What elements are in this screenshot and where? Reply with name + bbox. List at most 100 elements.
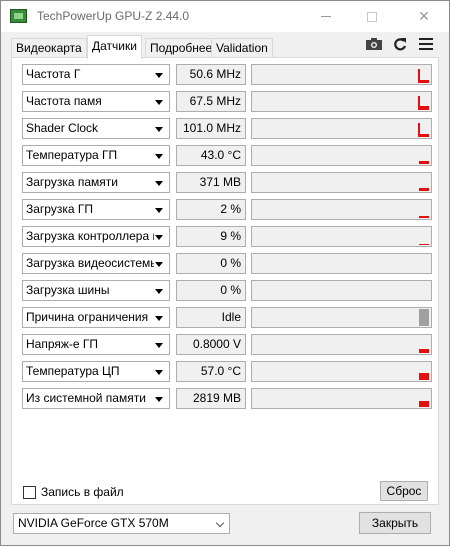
- close-icon: ✕: [418, 8, 430, 24]
- title-bar[interactable]: TechPowerUp GPU-Z 2.44.0 ✕: [1, 1, 449, 32]
- caret-down-icon: [155, 289, 163, 294]
- sensor-name-dropdown[interactable]: Загрузка ГП: [22, 199, 170, 220]
- sensor-name-dropdown[interactable]: Загрузка шины: [22, 280, 170, 301]
- caret-down-icon: [155, 127, 163, 132]
- sensor-row: Температура ГП 43.0 °C: [22, 145, 432, 166]
- sensor-name-dropdown[interactable]: Из системной памяти: [22, 388, 170, 409]
- sensor-name-label: Температура ГП: [26, 148, 118, 162]
- sensor-row: Загрузка видеосистемы 0 %: [22, 253, 432, 274]
- sensor-graph: [251, 280, 432, 301]
- caret-down-icon: [155, 235, 163, 240]
- sensor-name-dropdown[interactable]: Температура ЦП: [22, 361, 170, 382]
- sensor-value: 0.8000 V: [176, 334, 246, 355]
- sensor-row: Загрузка контроллера па... 9 %: [22, 226, 432, 247]
- sensor-value: Idle: [176, 307, 246, 328]
- graph-fill: [419, 161, 429, 164]
- sensor-name-dropdown[interactable]: Загрузка памяти: [22, 172, 170, 193]
- caret-down-icon: [155, 397, 163, 402]
- sensor-value: 67.5 MHz: [176, 91, 246, 112]
- sensor-graph: [251, 388, 432, 409]
- caret-down-icon: [155, 262, 163, 267]
- sensor-name-dropdown[interactable]: Частота Г: [22, 64, 170, 85]
- gpu-select[interactable]: NVIDIA GeForce GTX 570M: [13, 513, 230, 534]
- tab-validation[interactable]: Validation: [211, 38, 273, 58]
- sensor-name-dropdown[interactable]: Температура ГП: [22, 145, 170, 166]
- sensor-graph: [251, 91, 432, 112]
- sensor-graph: [251, 253, 432, 274]
- sensor-value: 2819 MB: [176, 388, 246, 409]
- sensor-name-label: Загрузка памяти: [26, 175, 118, 189]
- sensor-name-label: Причина ограничения: [26, 310, 149, 324]
- caret-down-icon: [155, 316, 163, 321]
- gpu-select-value: NVIDIA GeForce GTX 570M: [18, 516, 169, 530]
- caret-down-icon: [155, 73, 163, 78]
- sensor-value: 371 MB: [176, 172, 246, 193]
- sensor-graph: [251, 307, 432, 328]
- sensor-row: Частота памя 67.5 MHz: [22, 91, 432, 112]
- sensor-name-dropdown[interactable]: Загрузка контроллера па...: [22, 226, 170, 247]
- minimize-button[interactable]: [303, 1, 349, 32]
- reset-button[interactable]: Сброс: [380, 481, 428, 501]
- sensor-name-dropdown[interactable]: Причина ограничения: [22, 307, 170, 328]
- graph-fill: [419, 216, 429, 218]
- camera-icon[interactable]: [365, 37, 383, 51]
- sensor-name-label: Загрузка ГП: [26, 202, 93, 216]
- sensor-name-label: Загрузка контроллера па...: [26, 229, 154, 243]
- sensor-name-label: Частота Г: [26, 67, 81, 81]
- sensor-value: 2 %: [176, 199, 246, 220]
- sensor-graph: [251, 64, 432, 85]
- sensor-graph: [251, 199, 432, 220]
- graph-fill: [419, 401, 429, 407]
- log-to-file-option[interactable]: Запись в файл: [23, 485, 124, 499]
- sensor-graph: [251, 145, 432, 166]
- caret-down-icon: [155, 370, 163, 375]
- caret-down-icon: [155, 181, 163, 186]
- graph-fill: [419, 134, 429, 137]
- sensor-row: Загрузка шины 0 %: [22, 280, 432, 301]
- caret-down-icon: [155, 208, 163, 213]
- sensor-name-label: Частота памя: [26, 94, 102, 108]
- sensor-value: 101.0 MHz: [176, 118, 246, 139]
- log-to-file-label: Запись в файл: [41, 485, 124, 499]
- sensor-value: 57.0 °C: [176, 361, 246, 382]
- sensor-value: 50.6 MHz: [176, 64, 246, 85]
- sensor-name-dropdown[interactable]: Напряж-е ГП: [22, 334, 170, 355]
- tab-graphics-card[interactable]: Видеокарта: [11, 38, 87, 58]
- sensor-name-dropdown[interactable]: Загрузка видеосистемы: [22, 253, 170, 274]
- sensor-row: Из системной памяти 2819 MB: [22, 388, 432, 409]
- tab-sensors[interactable]: Датчики: [87, 35, 142, 59]
- gpuz-app-icon: [10, 9, 27, 23]
- tab-advanced[interactable]: Подробнее: [145, 38, 218, 58]
- close-button[interactable]: Закрыть: [359, 512, 431, 534]
- sensor-value: 43.0 °C: [176, 145, 246, 166]
- close-window-button[interactable]: ✕: [401, 1, 447, 32]
- sensor-name-label: Загрузка видеосистемы: [26, 256, 154, 270]
- sensor-name-dropdown[interactable]: Частота памя: [22, 91, 170, 112]
- sensor-value: 0 %: [176, 253, 246, 274]
- sensor-name-label: Shader Clock: [26, 121, 99, 135]
- sensor-value: 0 %: [176, 280, 246, 301]
- refresh-icon[interactable]: [391, 37, 409, 51]
- sensor-row: Загрузка памяти 371 MB: [22, 172, 432, 193]
- sensor-row: Напряж-е ГП 0.8000 V: [22, 334, 432, 355]
- maximize-icon: [367, 11, 377, 22]
- menu-icon[interactable]: [417, 37, 435, 51]
- log-to-file-checkbox[interactable]: [23, 485, 36, 499]
- sensor-name-dropdown[interactable]: Shader Clock: [22, 118, 170, 139]
- graph-fill: [419, 373, 429, 380]
- sensor-graph: [251, 226, 432, 247]
- graph-fill: [419, 349, 429, 353]
- caret-down-icon: [155, 100, 163, 105]
- caret-down-icon: [155, 154, 163, 159]
- graph-fill: [419, 309, 429, 326]
- sensor-row: Температура ЦП 57.0 °C: [22, 361, 432, 382]
- minimize-icon: [321, 16, 331, 17]
- chevron-down-icon: [215, 518, 225, 528]
- window-title: TechPowerUp GPU-Z 2.44.0: [37, 9, 190, 23]
- gpuz-window: TechPowerUp GPU-Z 2.44.0 ✕ Видеокарта Да…: [0, 0, 450, 546]
- maximize-button[interactable]: [349, 1, 395, 32]
- sensor-name-label: Из системной памяти: [26, 391, 146, 405]
- sensor-graph: [251, 361, 432, 382]
- graph-fill: [419, 80, 429, 83]
- graph-fill: [419, 188, 429, 191]
